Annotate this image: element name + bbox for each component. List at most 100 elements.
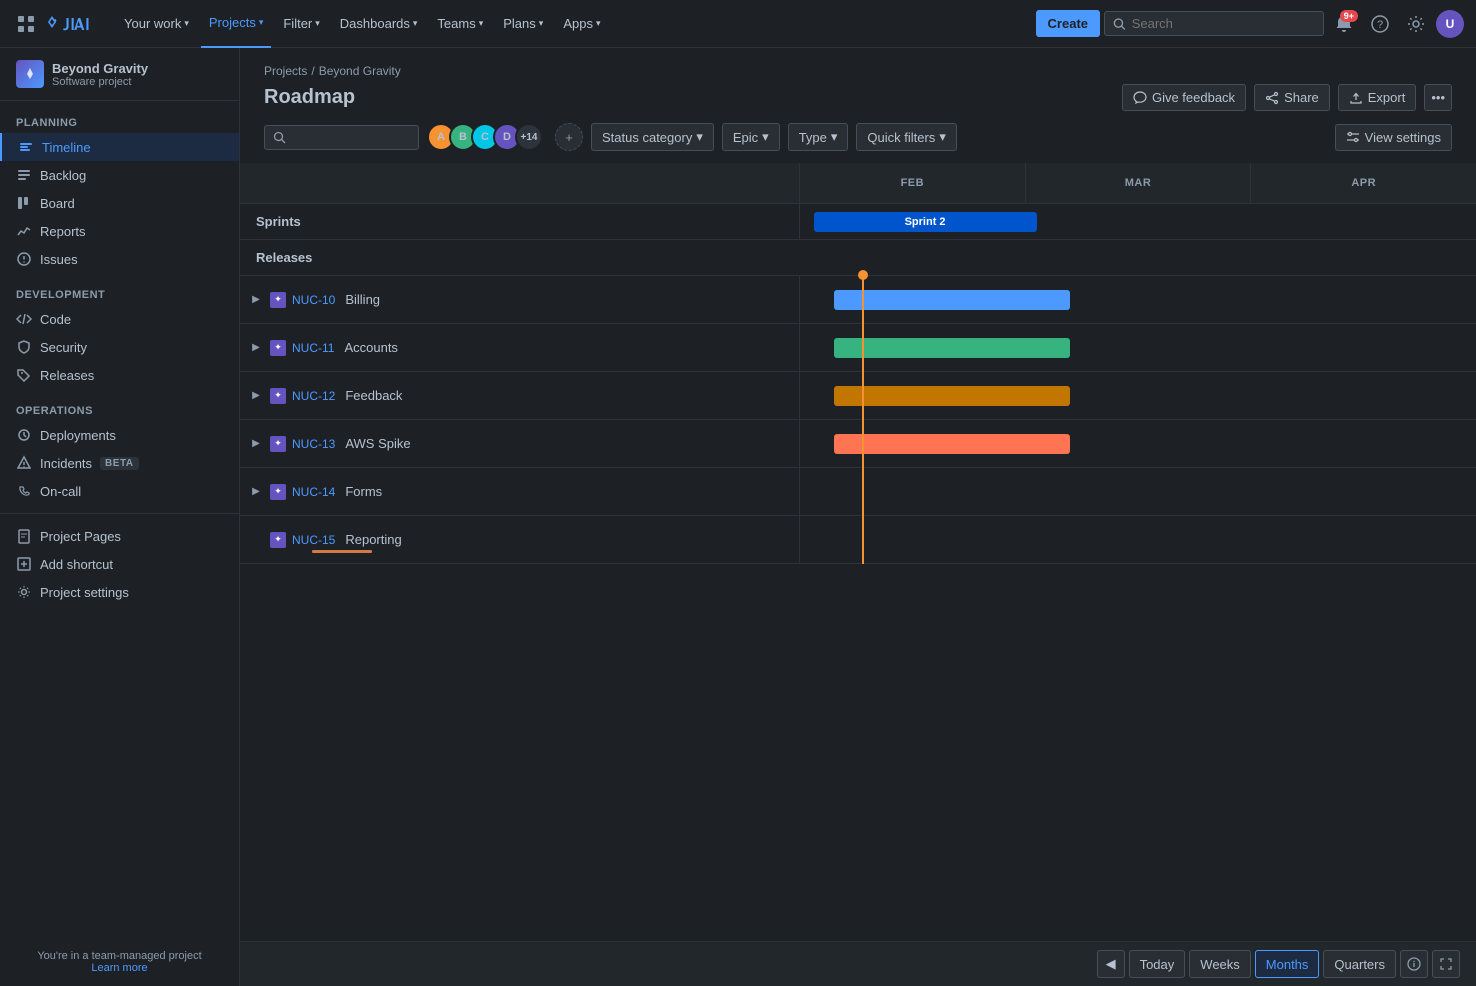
nav-filter[interactable]: Filter ▾ xyxy=(275,0,327,48)
chevron-down-icon: ▾ xyxy=(413,18,418,29)
weeks-button[interactable]: Weeks xyxy=(1189,950,1251,978)
sprints-row: Sprints Sprint 2 xyxy=(240,204,1476,240)
breadcrumb-project[interactable]: Beyond Gravity xyxy=(319,64,401,78)
nav-apps[interactable]: Apps ▾ xyxy=(555,0,608,48)
epic-name-nuc11[interactable]: Accounts xyxy=(344,340,791,355)
nav-projects[interactable]: Projects ▾ xyxy=(201,0,272,48)
apps-grid-icon[interactable] xyxy=(12,10,40,38)
page-title: Roadmap xyxy=(264,86,355,109)
months-button[interactable]: Months xyxy=(1255,950,1320,978)
epic-row-nuc13: ▶ ✦ NUC-13 AWS Spike xyxy=(240,420,1476,468)
info-button[interactable] xyxy=(1400,950,1428,978)
user-avatar[interactable]: U xyxy=(1436,10,1464,38)
sidebar-item-deployments[interactable]: Deployments xyxy=(0,421,239,449)
nav-plans[interactable]: Plans ▾ xyxy=(495,0,551,48)
bar-nuc11[interactable] xyxy=(834,338,1071,358)
chevron-down-icon: ▾ xyxy=(939,129,946,145)
sidebar-item-reports[interactable]: Reports xyxy=(0,217,239,245)
epic-right-nuc12 xyxy=(800,372,1476,419)
epic-name-nuc13[interactable]: AWS Spike xyxy=(345,436,791,451)
expand-nuc10[interactable]: ▶ xyxy=(248,292,264,308)
quick-filters[interactable]: Quick filters ▾ xyxy=(856,123,956,151)
search-box[interactable] xyxy=(1104,11,1324,36)
fullscreen-button[interactable] xyxy=(1432,950,1460,978)
roadmap-search-input[interactable] xyxy=(290,130,410,145)
sidebar-item-project-pages[interactable]: Project Pages xyxy=(0,522,239,550)
create-button[interactable]: Create xyxy=(1036,10,1100,37)
epics-container: ▶ ✦ NUC-10 Billing xyxy=(240,276,1476,564)
top-nav: Jira Your work ▾ Projects ▾ Filter ▾ Das… xyxy=(0,0,1476,48)
epic-name-nuc15[interactable]: Reporting xyxy=(345,532,791,547)
chevron-down-icon: ▾ xyxy=(831,129,838,145)
epic-icon-nuc13: ✦ xyxy=(270,436,286,452)
epic-id-nuc13: NUC-13 xyxy=(292,437,335,451)
view-settings-button[interactable]: View settings xyxy=(1335,124,1452,151)
epic-right-nuc10 xyxy=(800,276,1476,323)
nav-dashboards[interactable]: Dashboards ▾ xyxy=(332,0,426,48)
export-button[interactable]: Export xyxy=(1338,84,1417,111)
sprints-label: Sprints xyxy=(240,204,800,239)
sidebar-item-incidents[interactable]: Incidents BETA xyxy=(0,449,239,477)
sidebar-item-board[interactable]: Board xyxy=(0,189,239,217)
feedback-icon xyxy=(1133,91,1147,105)
svg-text:?: ? xyxy=(1377,19,1383,31)
releases-section: Releases ▶ xyxy=(240,240,1476,941)
expand-nuc14[interactable]: ▶ xyxy=(248,484,264,500)
expand-nuc11[interactable]: ▶ xyxy=(248,340,264,356)
more-actions-button[interactable]: ••• xyxy=(1424,84,1452,111)
project-header[interactable]: Beyond Gravity Software project xyxy=(0,48,239,101)
jira-logo[interactable]: Jira xyxy=(44,14,104,34)
nav-your-work[interactable]: Your work ▾ xyxy=(116,0,197,48)
epic-left-nuc11: ▶ ✦ NUC-11 Accounts xyxy=(240,324,800,371)
help-button[interactable]: ? xyxy=(1364,8,1396,40)
breadcrumb-projects[interactable]: Projects xyxy=(264,64,307,78)
sidebar-item-code[interactable]: Code xyxy=(0,305,239,333)
status-category-filter[interactable]: Status category ▾ xyxy=(591,123,714,151)
epic-right-nuc11 xyxy=(800,324,1476,371)
search-input[interactable] xyxy=(1132,16,1315,31)
give-feedback-button[interactable]: Give feedback xyxy=(1122,84,1246,111)
code-icon xyxy=(16,311,32,327)
avatar-count[interactable]: +14 xyxy=(515,123,543,151)
bar-nuc10[interactable] xyxy=(834,290,1071,310)
today-button[interactable]: Today xyxy=(1129,950,1186,978)
grid-header-left xyxy=(240,163,800,203)
roadmap-search[interactable] xyxy=(264,125,419,150)
sidebar-item-oncall[interactable]: On-call xyxy=(0,477,239,505)
sidebar-item-timeline[interactable]: Timeline xyxy=(0,133,239,161)
expand-nuc12[interactable]: ▶ xyxy=(248,388,264,404)
type-filter[interactable]: Type ▾ xyxy=(788,123,849,151)
scroll-left-button[interactable]: ◀ xyxy=(1097,950,1125,978)
sidebar-item-issues[interactable]: Issues xyxy=(0,245,239,273)
main-content: Projects / Beyond Gravity Roadmap Give f… xyxy=(240,48,1476,986)
epic-icon-nuc10: ✦ xyxy=(270,292,286,308)
quarters-button[interactable]: Quarters xyxy=(1323,950,1396,978)
sidebar-item-project-settings[interactable]: Project settings xyxy=(0,578,239,606)
bar-nuc13[interactable] xyxy=(834,434,1071,454)
notifications-button[interactable]: 9+ xyxy=(1328,8,1360,40)
settings-button[interactable] xyxy=(1400,8,1432,40)
sidebar-item-backlog[interactable]: Backlog xyxy=(0,161,239,189)
sprint-bar[interactable]: Sprint 2 xyxy=(814,212,1037,232)
sidebar-item-releases[interactable]: Releases xyxy=(0,361,239,389)
epic-right-nuc15 xyxy=(800,516,1476,563)
issues-icon xyxy=(16,251,32,267)
add-person-button[interactable]: + xyxy=(555,123,583,151)
expand-icon xyxy=(1439,957,1453,971)
epic-name-nuc10[interactable]: Billing xyxy=(345,292,791,307)
bar-nuc12[interactable] xyxy=(834,386,1071,406)
sidebar-item-security[interactable]: Security xyxy=(0,333,239,361)
sidebar-divider xyxy=(0,513,239,514)
nav-teams[interactable]: Teams ▾ xyxy=(429,0,491,48)
epic-name-nuc14[interactable]: Forms xyxy=(345,484,791,499)
view-settings-icon xyxy=(1346,130,1360,144)
epic-id-nuc15: NUC-15 xyxy=(292,533,335,547)
expand-nuc13[interactable]: ▶ xyxy=(248,436,264,452)
sprints-chart: Sprint 2 xyxy=(800,204,1476,239)
epic-left-nuc12: ▶ ✦ NUC-12 Feedback xyxy=(240,372,800,419)
sidebar-item-add-shortcut[interactable]: Add shortcut xyxy=(0,550,239,578)
epic-name-nuc12[interactable]: Feedback xyxy=(345,388,791,403)
share-button[interactable]: Share xyxy=(1254,84,1330,111)
epic-filter[interactable]: Epic ▾ xyxy=(722,123,780,151)
learn-more-link[interactable]: Learn more xyxy=(91,962,147,974)
